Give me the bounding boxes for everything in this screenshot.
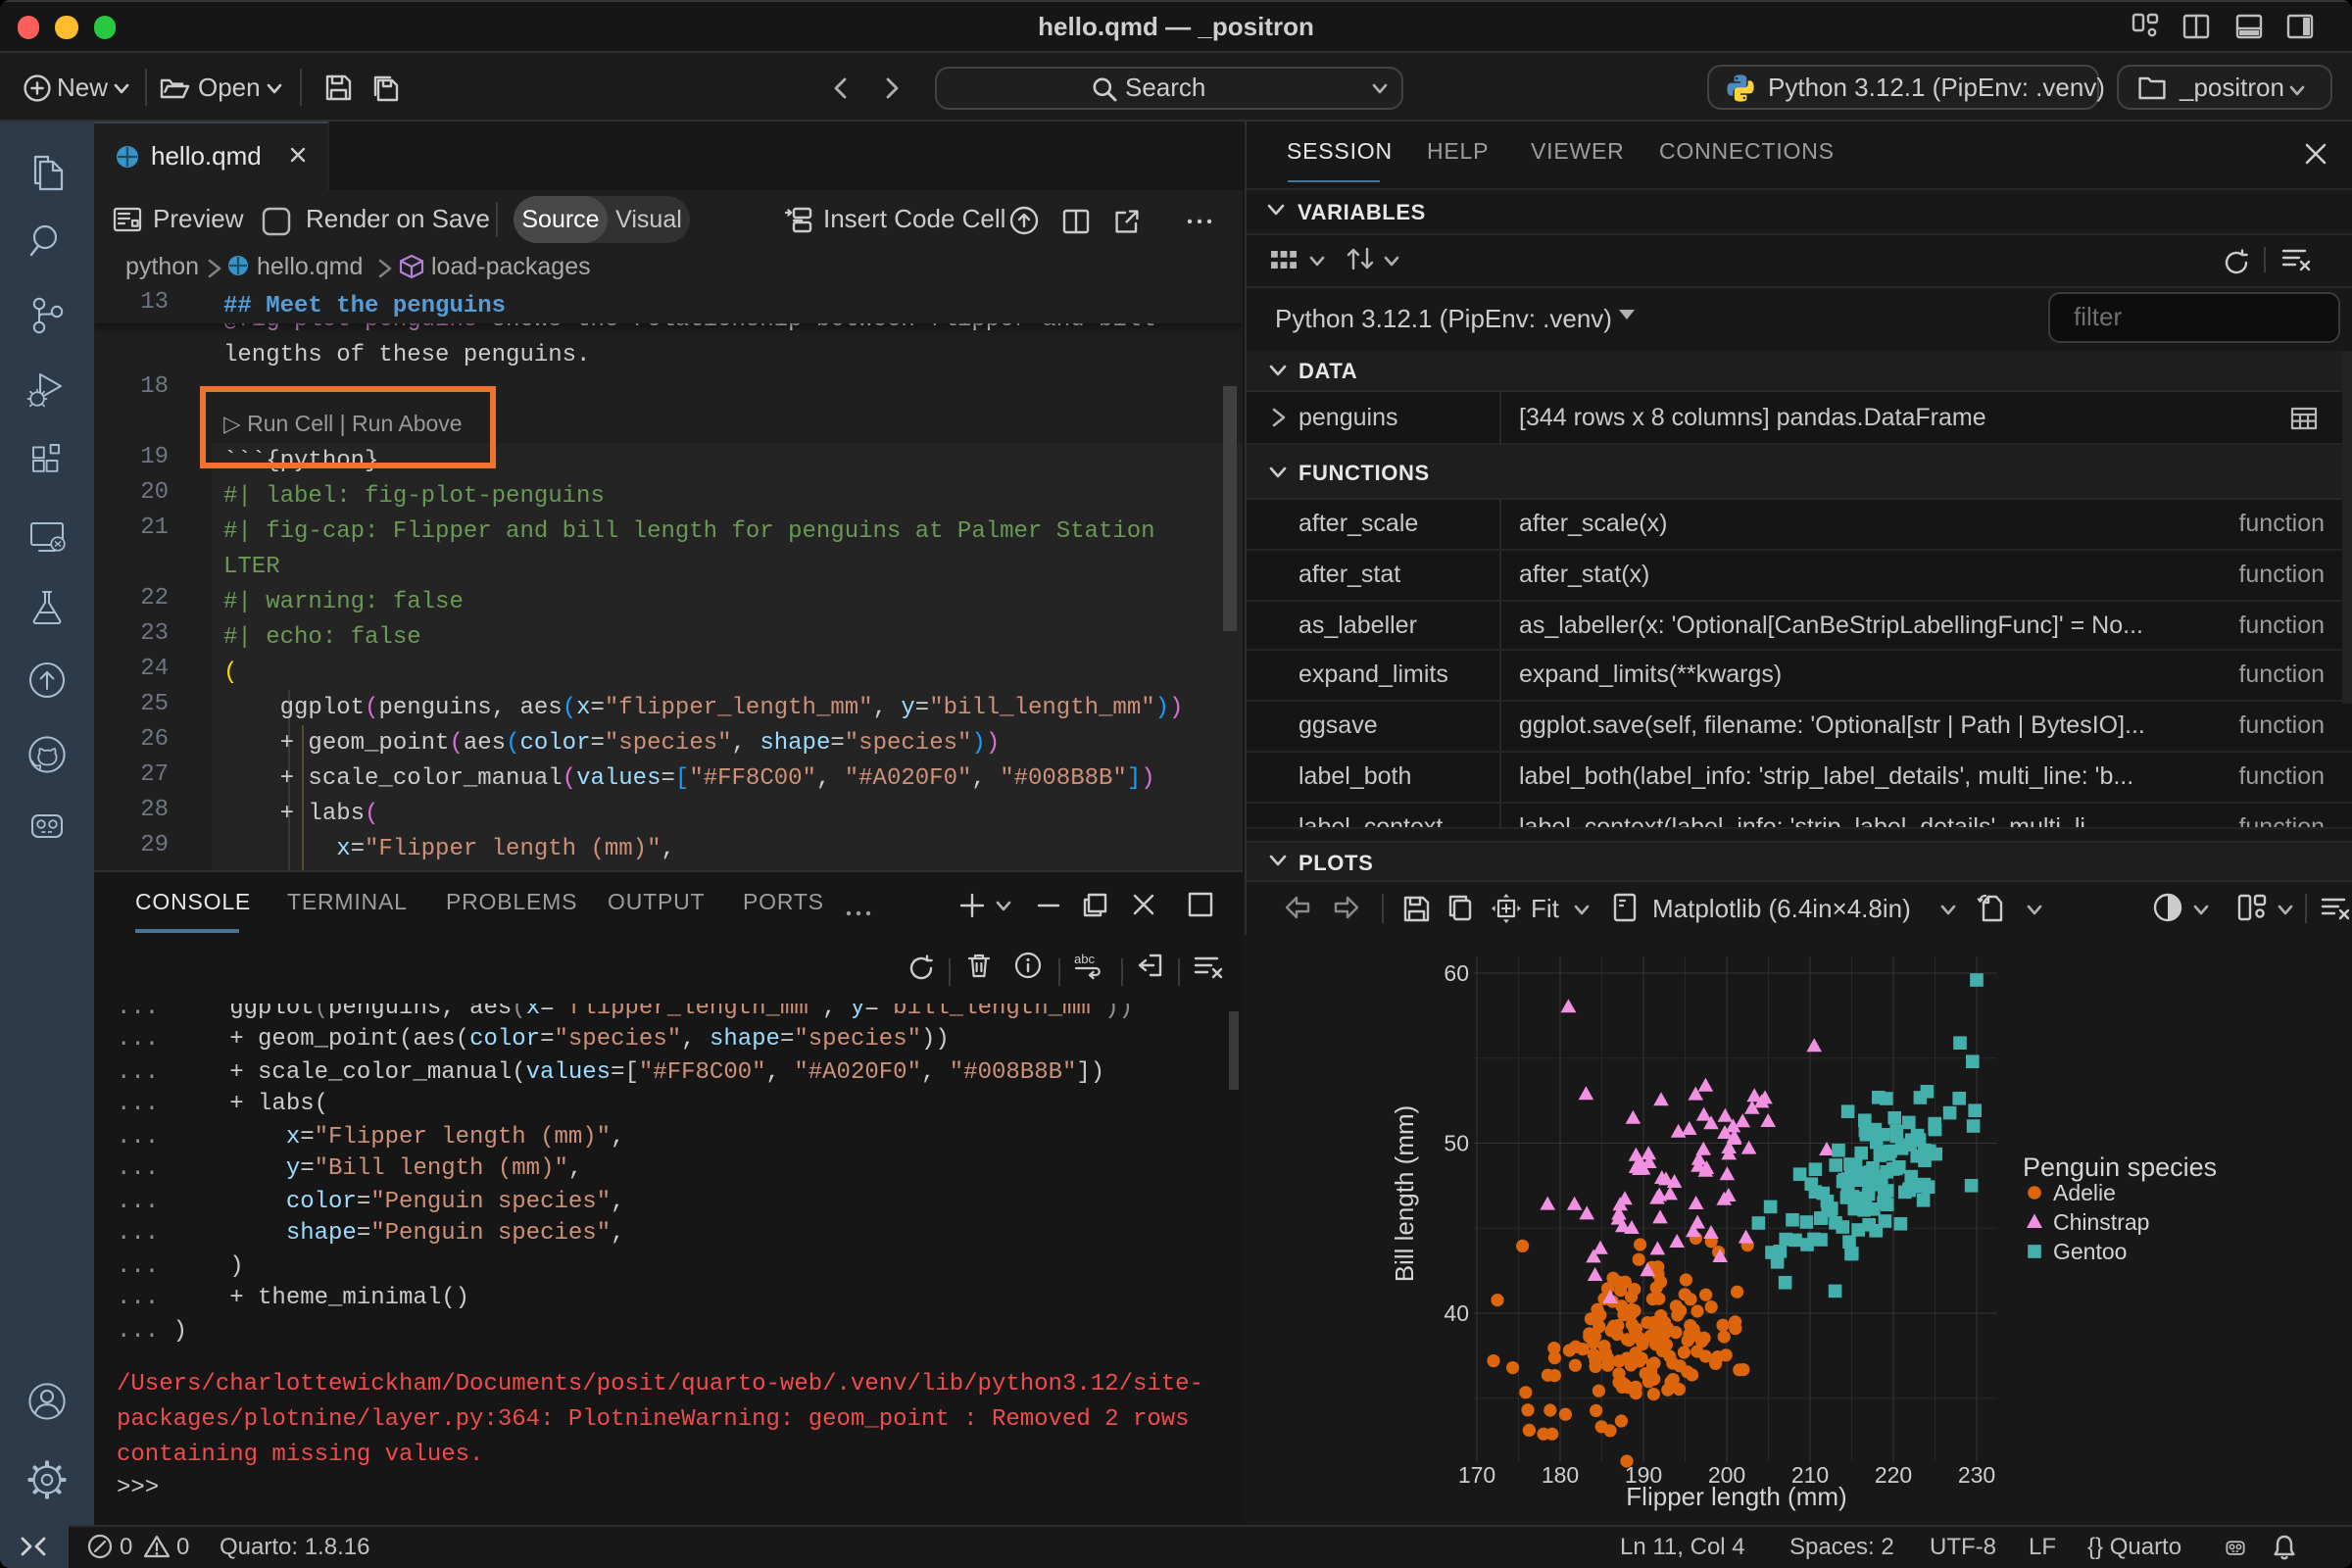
svg-text:abc: abc <box>1074 952 1095 966</box>
svg-text:Penguin species: Penguin species <box>2023 1152 2217 1182</box>
svg-text:60: 60 <box>1444 960 1469 986</box>
svg-text:180: 180 <box>1542 1462 1579 1488</box>
svg-text:Adelie: Adelie <box>2053 1180 2116 1205</box>
svg-text:50: 50 <box>1444 1131 1469 1156</box>
svg-text:Flipper length (mm): Flipper length (mm) <box>1626 1482 1846 1511</box>
svg-text:40: 40 <box>1444 1300 1469 1326</box>
svg-text:Chinstrap: Chinstrap <box>2053 1209 2149 1235</box>
svg-text:170: 170 <box>1458 1462 1495 1488</box>
svg-text:Bill length (mm): Bill length (mm) <box>1390 1105 1419 1283</box>
svg-text:230: 230 <box>1958 1462 1995 1488</box>
svg-text:220: 220 <box>1875 1462 1912 1488</box>
svg-text:Gentoo: Gentoo <box>2053 1239 2127 1264</box>
